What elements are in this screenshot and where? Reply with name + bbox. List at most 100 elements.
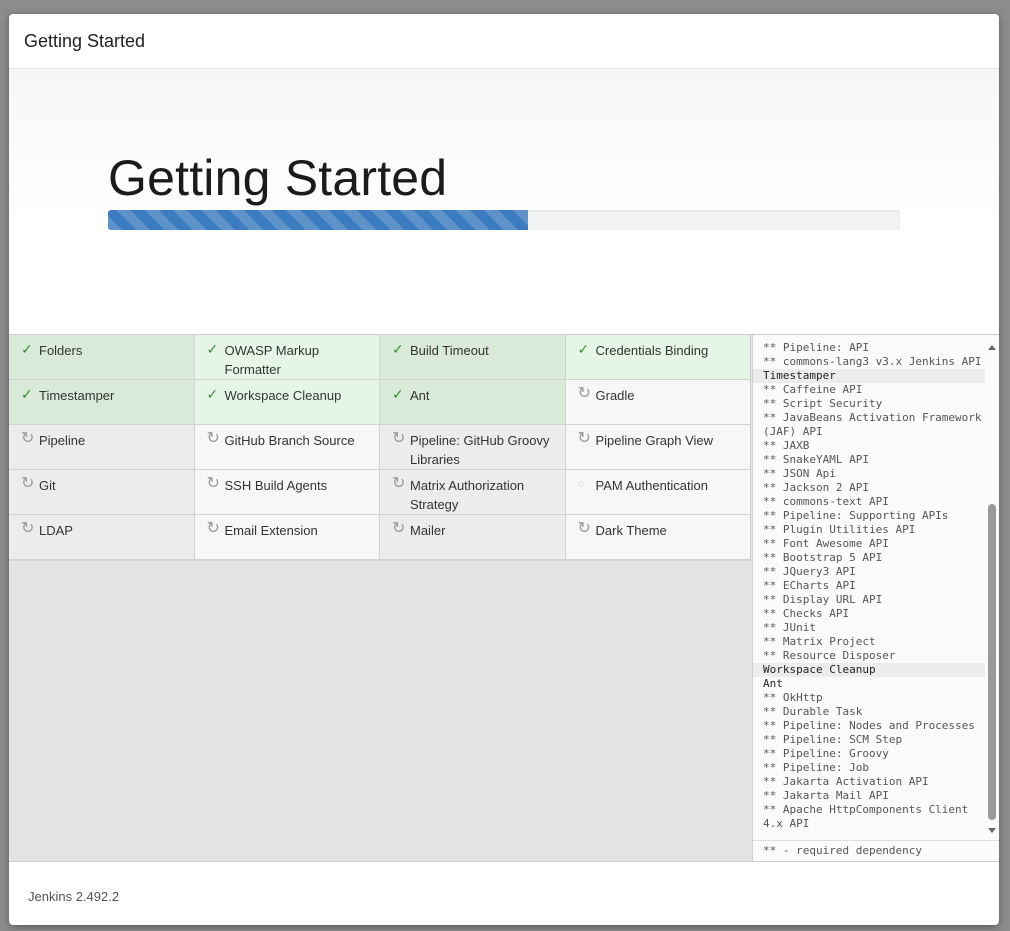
log-dependency-line: ** JQuery3 API — [763, 565, 856, 578]
plugin-cell: ↻ Email Extension — [194, 515, 380, 560]
log-dependency-line: ** JUnit — [763, 621, 816, 634]
log-dependency-line: ** commons-lang3 v3.x Jenkins API — [763, 355, 982, 368]
plugin-install-area: ✓ Folders ✓ OWASP Markup Formatter ✓ Build Ti… — [9, 334, 999, 862]
plugin-name: Gradle — [595, 388, 635, 403]
jenkins-version: Jenkins 2.492.2 — [28, 889, 120, 904]
log-dependency-line: ** commons-text API — [763, 495, 889, 508]
plugin-cell: ↻ Gradle — [565, 380, 751, 425]
plugin-name: Timestamper — [39, 388, 115, 403]
log-dependency-line: ** Font Awesome API — [763, 537, 889, 550]
log-dependency-line: ** SnakeYAML API — [763, 453, 869, 466]
plugin-cell: ↻ Pipeline Graph View — [565, 425, 751, 470]
log-dependency-line: ** Durable Task — [763, 705, 863, 718]
plugin-cell: ↻ SSH Build Agents — [194, 470, 380, 515]
log-dependency-line: ** Pipeline: Supporting APIs — [763, 509, 949, 522]
refresh-icon: ↻ — [392, 520, 406, 537]
plugin-name: Pipeline — [39, 433, 86, 448]
log-dependency-line: ** Jakarta Activation API — [763, 775, 929, 788]
refresh-icon: ↻ — [21, 520, 35, 537]
log-dependency-line: ** Pipeline: API — [763, 341, 869, 354]
log-scrollbar[interactable] — [985, 341, 998, 837]
log-dependency-line: ** Checks API — [763, 607, 850, 620]
plugin-cell: ○ PAM Authentication — [565, 470, 751, 515]
log-dependency-line: ** Matrix Project — [763, 635, 876, 648]
log-dependency-line: ** ECharts API — [763, 579, 856, 592]
log-dependency-line: ** Pipeline: Job — [763, 761, 869, 774]
log-dependency-line: ** Plugin Utilities API — [763, 523, 916, 536]
log-dependency-line: ** Bootstrap 5 API — [763, 551, 883, 564]
plugin-name: PAM Authentication — [595, 478, 709, 493]
plugin-name: Matrix Authorization Strategy — [410, 478, 525, 512]
plugin-cell: ✓ Timestamper — [9, 380, 195, 425]
plugin-cell: ✓ Build Timeout — [380, 335, 566, 380]
plugin-name: Mailer — [410, 523, 446, 538]
log-dependency-line: ** Pipeline: SCM Step — [763, 733, 903, 746]
plugin-name: Build Timeout — [410, 343, 489, 358]
check-icon: ✓ — [206, 386, 219, 402]
plugin-cell: ↻ LDAP — [9, 515, 195, 560]
scroll-up-arrow-icon[interactable] — [988, 345, 996, 350]
plugin-name: OWASP Markup Formatter — [224, 343, 320, 377]
log-dependency-line: ** Script Security — [763, 397, 883, 410]
plugin-cell: ↻ Mailer — [380, 515, 566, 560]
plugin-cell: ✓ Ant — [380, 380, 566, 425]
plugin-name: GitHub Branch Source — [224, 433, 355, 448]
install-log-panel: ** Pipeline: API ** commons-lang3 v3.x Je… — [752, 335, 999, 861]
log-dependency-line: ** JSON Api — [763, 467, 836, 480]
setup-wizard-dialog: Getting Started Getting Started ✓ Folders… — [9, 14, 999, 925]
log-dependency-line: ** JavaBeans Activation Framework (JAF) … — [763, 411, 982, 438]
log-dependency-line: ** Jackson 2 API — [763, 481, 869, 494]
plugin-name: Credentials Binding — [595, 343, 709, 358]
install-progress-bar — [108, 210, 900, 230]
plugin-name: Git — [39, 478, 56, 493]
check-icon: ✓ — [206, 341, 219, 357]
log-dependency-line: ** Resource Disposer — [763, 649, 896, 662]
dependency-legend: ** - required dependency — [753, 840, 999, 861]
check-icon: ✓ — [392, 341, 404, 357]
plugin-cell: ↻ GitHub Branch Source — [194, 425, 380, 470]
log-dependency-line: ** OkHttp — [763, 691, 823, 704]
plugin-name: Pipeline: GitHub Groovy Libraries — [410, 433, 550, 467]
check-icon: ✓ — [577, 341, 590, 357]
circle-icon: ○ — [577, 478, 585, 490]
refresh-icon: ↻ — [206, 430, 220, 447]
log-plugin-line: Ant — [763, 677, 783, 690]
refresh-icon: ↻ — [577, 430, 591, 447]
modal-title: Getting Started — [24, 31, 146, 51]
log-plugin-line: Workspace Cleanup — [753, 663, 985, 677]
plugin-cell: ↻ Dark Theme — [565, 515, 751, 560]
refresh-icon: ↻ — [206, 475, 220, 492]
plugin-cell: ✓ Credentials Binding — [565, 335, 751, 380]
modal-footer: Jenkins 2.492.2 — [9, 862, 999, 925]
page-title: Getting Started — [108, 150, 448, 206]
plugin-name: LDAP — [39, 523, 73, 538]
refresh-icon: ↻ — [392, 475, 406, 492]
scroll-down-arrow-icon[interactable] — [988, 828, 996, 833]
refresh-icon: ↻ — [21, 430, 35, 447]
check-icon: ✓ — [21, 341, 33, 357]
install-progress-fill — [108, 210, 528, 230]
log-plugin-line: Timestamper — [753, 369, 985, 383]
refresh-icon: ↻ — [577, 385, 591, 402]
plugin-name: Workspace Cleanup — [224, 388, 342, 403]
scroll-thumb[interactable] — [988, 504, 996, 820]
install-log[interactable]: ** Pipeline: API ** commons-lang3 v3.x Je… — [753, 341, 985, 839]
log-dependency-line: ** Pipeline: Groovy — [763, 747, 889, 760]
refresh-icon: ↻ — [577, 520, 591, 537]
refresh-icon: ↻ — [392, 430, 406, 447]
refresh-icon: ↻ — [206, 520, 220, 537]
log-dependency-line: ** Apache HttpComponents Client 4.x API — [763, 803, 975, 830]
log-dependency-line: ** Display URL API — [763, 593, 883, 606]
plugin-cell: ↻ Pipeline — [9, 425, 195, 470]
plugin-cell: ↻ Git — [9, 470, 195, 515]
plugin-name: Email Extension — [224, 523, 318, 538]
log-dependency-line: ** JAXB — [763, 439, 810, 452]
plugin-cell: ✓ Workspace Cleanup — [194, 380, 380, 425]
plugin-cell: ✓ Folders — [9, 335, 195, 380]
plugin-name: Ant — [410, 388, 430, 403]
plugin-name: Folders — [39, 343, 83, 358]
log-dependency-line: ** Caffeine API — [763, 383, 863, 396]
plugin-cell: ✓ OWASP Markup Formatter — [194, 335, 380, 380]
plugin-name: Dark Theme — [595, 523, 667, 538]
plugin-name: SSH Build Agents — [224, 478, 328, 493]
